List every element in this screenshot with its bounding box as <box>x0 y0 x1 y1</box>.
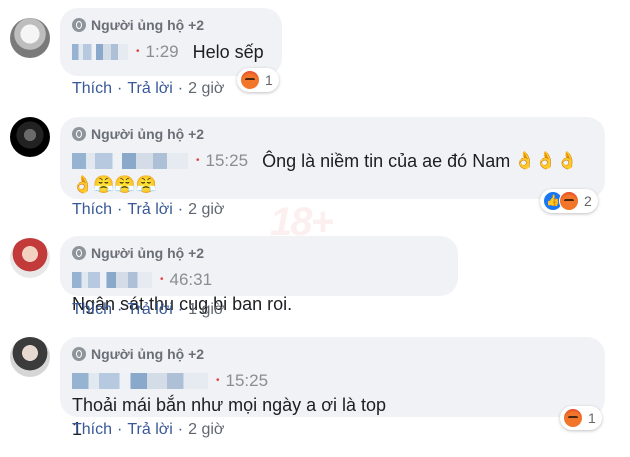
avatar[interactable] <box>10 18 50 58</box>
like-link[interactable]: Thích <box>72 201 112 219</box>
supporter-badge: Người ủng hộ +2 <box>72 345 593 363</box>
comment-bubble: Người ủng hộ +2 • 15:25 Ông là niềm tin … <box>60 117 605 199</box>
separator: · <box>117 301 123 318</box>
avatar[interactable] <box>10 337 50 377</box>
reaction-count: 1 <box>265 72 273 88</box>
like-link[interactable]: Thích <box>72 421 112 439</box>
comment-bubble: Người ủng hộ +2 • 1:29 Helo sếp <box>60 8 282 76</box>
avatar[interactable] <box>10 238 50 278</box>
supporter-badge: Người ủng hộ +2 <box>72 125 593 143</box>
reactions-summary[interactable]: 1 <box>237 68 279 92</box>
comment-age[interactable]: 2 giờ <box>188 421 224 439</box>
live-dot: • <box>196 155 200 166</box>
comment-bubble: Người ủng hộ +2 • 15:25 Thoải mái bắn nh… <box>60 337 605 439</box>
supporter-badge-icon <box>72 347 86 361</box>
separator: · <box>117 421 123 438</box>
comment-text: Thoải mái bắn như mọi ngày a ơi là top <box>72 395 387 415</box>
comment-emoji: 👌👌👌 <box>514 151 578 170</box>
live-dot: • <box>216 375 220 386</box>
author-name-blurred[interactable] <box>72 153 188 169</box>
comment-age[interactable]: 2 giờ <box>188 201 224 219</box>
video-timestamp[interactable]: 1:29 <box>146 40 179 64</box>
supporter-badge-icon <box>72 127 86 141</box>
comment-bubble: Người ủng hộ +2 • 46:31 Ngân sát thu cug… <box>60 236 458 314</box>
separator: · <box>177 421 184 438</box>
reply-link[interactable]: Trả lời <box>127 421 172 439</box>
angry-reaction-icon <box>563 408 583 428</box>
reactions-summary[interactable]: 1 <box>560 406 602 430</box>
angry-reaction-icon <box>559 191 579 211</box>
badge-label: Người ủng hộ +2 <box>91 346 205 362</box>
video-timestamp[interactable]: 15:25 <box>206 149 249 173</box>
avatar[interactable] <box>10 117 50 157</box>
comment-emoji: 👌😤😤😤 <box>72 175 157 194</box>
badge-label: Người ủng hộ +2 <box>91 17 205 33</box>
live-dot: • <box>136 46 140 57</box>
separator: · <box>117 201 123 218</box>
comment-actions: Thích · Trả lời · 1 giờ <box>72 301 224 319</box>
separator: · <box>177 301 184 318</box>
like-link[interactable]: Thích <box>72 80 112 98</box>
separator: · <box>177 201 184 218</box>
video-timestamp[interactable]: 15:25 <box>226 369 269 393</box>
separator: · <box>117 80 123 97</box>
badge-label: Người ủng hộ +2 <box>91 245 205 261</box>
reply-link[interactable]: Trả lời <box>127 80 172 98</box>
separator: · <box>177 80 184 97</box>
comment-text: Ông là niềm tin của ae đó Nam <box>262 151 511 171</box>
reactions-summary[interactable]: 👍 2 <box>540 189 598 213</box>
comment-actions: Thích · Trả lời · 2 giờ <box>72 421 224 439</box>
supporter-badge: Người ủng hộ +2 <box>72 16 270 34</box>
author-name-blurred[interactable] <box>72 44 128 60</box>
supporter-badge-icon <box>72 18 86 32</box>
supporter-badge-icon <box>72 246 86 260</box>
video-timestamp[interactable]: 46:31 <box>170 268 213 292</box>
supporter-badge: Người ủng hộ +2 <box>72 244 446 262</box>
comment-actions: Thích · Trả lời · 2 giờ <box>72 80 224 98</box>
comment-text: Helo sếp <box>192 42 264 62</box>
comment-age[interactable]: 1 giờ <box>188 301 224 319</box>
comment-actions: Thích · Trả lời · 2 giờ <box>72 201 224 219</box>
author-name-blurred[interactable] <box>72 272 152 288</box>
reply-link[interactable]: Trả lời <box>127 301 172 319</box>
reaction-count: 1 <box>588 410 596 426</box>
comment-age[interactable]: 2 giờ <box>188 80 224 98</box>
reaction-count: 2 <box>584 193 592 209</box>
reply-link[interactable]: Trả lời <box>127 201 172 219</box>
author-name-blurred[interactable] <box>72 373 208 389</box>
angry-reaction-icon <box>240 70 260 90</box>
like-link[interactable]: Thích <box>72 301 112 319</box>
live-dot: • <box>160 274 164 285</box>
badge-label: Người ủng hộ +2 <box>91 126 205 142</box>
